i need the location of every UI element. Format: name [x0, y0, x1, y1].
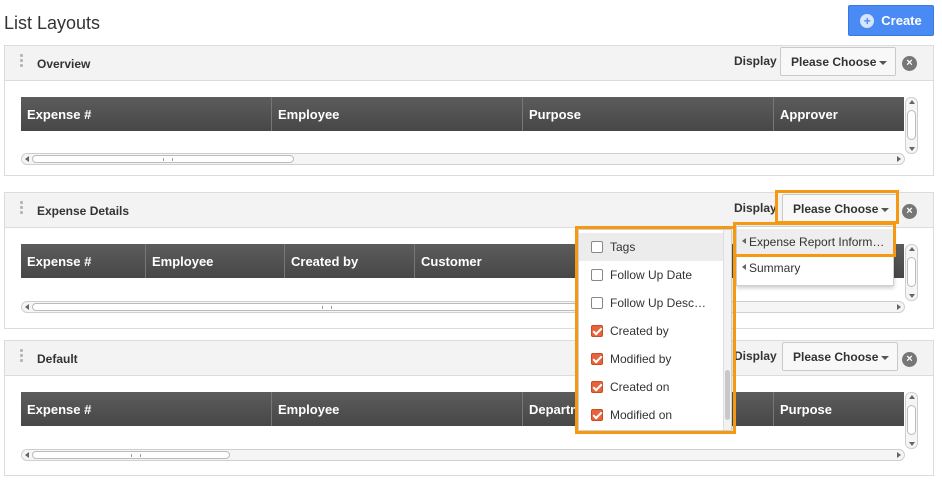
scroll-down-icon[interactable]: [909, 294, 915, 298]
display-select[interactable]: Please Choose: [782, 342, 898, 371]
panel-title: Default: [37, 352, 78, 366]
scroll-down-icon[interactable]: [909, 442, 915, 446]
horizontal-scrollbar[interactable]: [21, 301, 905, 313]
scroll-right-icon[interactable]: [897, 156, 901, 162]
column-header[interactable]: Employee: [146, 244, 285, 278]
column-header[interactable]: Employee: [272, 392, 523, 426]
scroll-up-icon[interactable]: [909, 247, 915, 251]
column-header[interactable]: Expense #: [21, 392, 272, 426]
layout-panel-overview: Overview Display Please Choose × Expense…: [4, 45, 934, 176]
horizontal-scrollbar[interactable]: [21, 449, 905, 461]
page-title: List Layouts: [4, 13, 101, 33]
grid-header: Expense # Employee Departm Purpose: [21, 392, 904, 426]
scroll-thumb[interactable]: [907, 405, 916, 435]
column-header[interactable]: Employee: [272, 97, 523, 131]
drag-handle-icon[interactable]: [20, 54, 24, 68]
close-icon[interactable]: ×: [902, 204, 917, 219]
scroll-right-icon[interactable]: [897, 304, 901, 310]
column-header[interactable]: Created by: [285, 244, 415, 278]
create-button-label: Create: [881, 13, 922, 28]
submenu-arrow-icon: [742, 264, 746, 270]
column-header[interactable]: Approver: [774, 97, 904, 131]
display-select[interactable]: Please Choose: [780, 47, 896, 76]
drag-handle-icon[interactable]: [20, 201, 24, 215]
menu-item-label: Summary: [749, 261, 801, 275]
highlight-select-box: [775, 190, 899, 224]
panel-header: Overview Display Please Choose ×: [5, 46, 933, 81]
panel-header: Default Display Please Choose ×: [5, 341, 933, 376]
column-header[interactable]: Purpose: [774, 392, 904, 426]
display-select-value: Please Choose: [793, 349, 879, 364]
plus-circle-icon: +: [860, 13, 875, 28]
panel-title: Expense Details: [37, 204, 130, 218]
scroll-thumb[interactable]: [907, 257, 916, 287]
display-label: Display: [734, 201, 777, 215]
scroll-left-icon[interactable]: [25, 304, 29, 310]
scroll-thumb[interactable]: [32, 303, 612, 311]
scroll-up-icon[interactable]: [909, 395, 915, 399]
scroll-thumb[interactable]: [907, 110, 916, 140]
highlight-menu-option: [733, 222, 896, 257]
vertical-scrollbar[interactable]: [905, 392, 918, 449]
highlight-field-list: [575, 226, 736, 434]
display-label: Display: [734, 349, 777, 363]
column-header[interactable]: Expense #: [21, 97, 272, 131]
scroll-right-icon[interactable]: [897, 452, 901, 458]
scroll-up-icon[interactable]: [909, 100, 915, 104]
layout-panel-default: Default Display Please Choose × Expense …: [4, 340, 934, 476]
close-icon[interactable]: ×: [902, 56, 917, 71]
scroll-down-icon[interactable]: [909, 147, 915, 151]
vertical-scrollbar[interactable]: [905, 97, 918, 154]
column-header[interactable]: Expense #: [21, 244, 146, 278]
panel-title: Overview: [37, 57, 91, 71]
scroll-left-icon[interactable]: [25, 452, 29, 458]
vertical-scrollbar[interactable]: [905, 244, 918, 301]
chevron-down-icon: [879, 61, 887, 65]
scroll-thumb[interactable]: [32, 451, 230, 459]
create-button[interactable]: + Create: [848, 5, 934, 36]
chevron-down-icon: [881, 356, 889, 360]
scroll-thumb[interactable]: [32, 155, 294, 163]
close-icon[interactable]: ×: [902, 352, 917, 367]
scroll-left-icon[interactable]: [25, 156, 29, 162]
drag-handle-icon[interactable]: [20, 349, 24, 363]
horizontal-scrollbar[interactable]: [21, 153, 905, 165]
display-label: Display: [734, 54, 777, 68]
display-select-value: Please Choose: [791, 54, 877, 69]
column-header[interactable]: Purpose: [523, 97, 774, 131]
menu-item-summary[interactable]: Summary: [737, 255, 893, 281]
grid-header: Expense # Employee Purpose Approver: [21, 97, 904, 131]
